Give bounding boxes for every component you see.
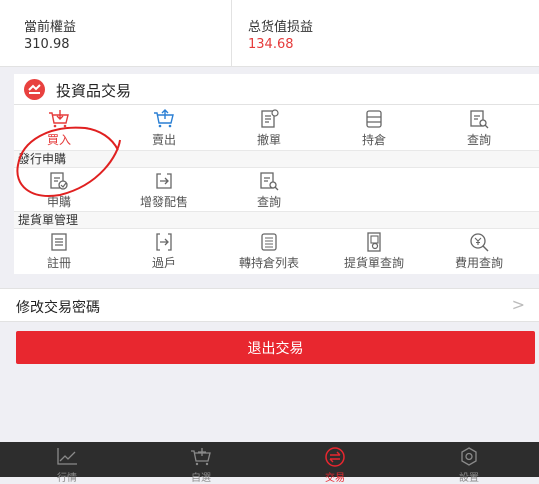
- cart-icon: [191, 448, 211, 466]
- current-equity-value: 310.98: [24, 37, 70, 52]
- register-doc-icon: [51, 233, 67, 251]
- buy-button[interactable]: 買入: [14, 107, 104, 147]
- trade-actions-row: 買入 賣出 撤單 持倉 查詢: [14, 107, 539, 149]
- query-label: 查詢: [466, 133, 491, 147]
- buy-label: 買入: [46, 133, 71, 147]
- delivery-actions-row: 註冊 過戶 轉持倉列表 提貨單查詢 費用查詢: [14, 230, 539, 272]
- transfer-button[interactable]: 過戶: [119, 230, 209, 270]
- cancel-order-button[interactable]: 撤單: [224, 107, 314, 147]
- tab-market[interactable]: 行情: [0, 442, 134, 484]
- chevron-right-icon: >: [511, 295, 525, 314]
- fee-query-button[interactable]: 費用查詢: [434, 230, 524, 270]
- bottom-tab-bar: 行情 自選 交易 設置: [0, 442, 539, 484]
- ipo-query-label: 查詢: [256, 195, 281, 209]
- chart-line-icon: [57, 448, 77, 465]
- trade-panel-title: 投資品交易: [56, 82, 132, 100]
- exit-trading-button[interactable]: 退出交易: [16, 331, 535, 364]
- bill-query-label: 提貨單查詢: [343, 256, 404, 270]
- trade-panel: 投資品交易 買入 賣出 撤單 持倉 查詢 發行申購 申購 增發配售 查詢 提貨單…: [14, 74, 539, 274]
- subscribe-label: 申購: [46, 195, 71, 209]
- cancel-order-label: 撤單: [256, 133, 281, 147]
- change-password-row[interactable]: 修改交易密碼 >: [0, 288, 539, 322]
- fee-query-label: 費用查詢: [454, 256, 503, 270]
- subscribe-icon: [50, 172, 68, 190]
- positions-button[interactable]: 持倉: [329, 107, 419, 147]
- trade-panel-header: 投資品交易: [14, 74, 539, 105]
- bill-query-button[interactable]: 提貨單查詢: [329, 230, 419, 270]
- search-doc-icon: [260, 172, 279, 191]
- total-pnl-value: 134.68: [248, 37, 294, 52]
- placement-button[interactable]: 增發配售: [119, 169, 209, 209]
- transfer-label: 過戶: [151, 256, 176, 270]
- position-list-button[interactable]: 轉持倉列表: [224, 230, 314, 270]
- current-equity-block: 當前權益 310.98: [0, 0, 230, 66]
- ipo-actions-row: 申購 增發配售 查詢: [14, 169, 539, 211]
- search-doc-icon: [470, 110, 489, 129]
- list-doc-icon: [261, 233, 277, 251]
- gear-icon: [461, 447, 477, 466]
- cancel-order-icon: [261, 109, 279, 128]
- account-summary: 當前權益 310.98 总货值损益 134.68: [0, 0, 539, 67]
- transfer-icon: [156, 233, 172, 251]
- tab-settings[interactable]: 設置: [402, 442, 536, 484]
- placement-label: 增發配售: [139, 195, 188, 209]
- sell-button[interactable]: 賣出: [119, 107, 209, 147]
- positions-label: 持倉: [361, 133, 386, 147]
- section-gap: [0, 274, 539, 288]
- sell-label: 賣出: [151, 133, 176, 147]
- exit-arrow-icon: [156, 173, 172, 189]
- register-button[interactable]: 註冊: [14, 230, 104, 270]
- position-list-label: 轉持倉列表: [238, 256, 299, 270]
- current-equity-label: 當前權益: [24, 20, 77, 35]
- query-button[interactable]: 查詢: [434, 107, 524, 147]
- ipo-section-title: 發行申購: [14, 150, 539, 168]
- subscribe-button[interactable]: 申購: [14, 169, 104, 209]
- exchange-icon: [325, 447, 345, 467]
- total-pnl-label: 总货值损益: [248, 20, 314, 35]
- total-pnl-block: 总货值损益 134.68: [231, 0, 539, 66]
- fee-search-icon: [470, 233, 489, 252]
- cart-up-icon: [154, 109, 174, 128]
- register-label: 註冊: [46, 256, 71, 270]
- tab-watchlist[interactable]: 自選: [134, 442, 268, 484]
- tab-trade[interactable]: 交易: [268, 442, 402, 484]
- change-password-label: 修改交易密碼: [16, 300, 100, 316]
- trade-logo-icon: [24, 79, 45, 100]
- ipo-query-button[interactable]: 查詢: [224, 169, 314, 209]
- database-icon: [366, 110, 382, 128]
- bill-search-icon: [367, 232, 381, 252]
- delivery-section-title: 提貨單管理: [14, 211, 539, 229]
- cart-down-icon: [49, 110, 69, 128]
